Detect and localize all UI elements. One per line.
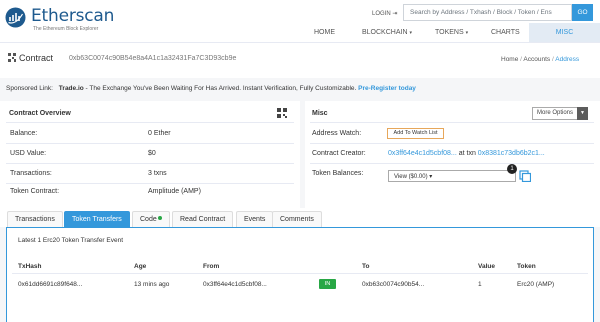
verified-check-icon [157, 216, 162, 220]
nav-charts[interactable]: CHARTS [491, 29, 520, 36]
divider [310, 122, 594, 123]
row-age: 13 mins ago [134, 281, 170, 288]
login-link[interactable]: LOGIN ⇥ [372, 10, 397, 17]
add-to-watch-list-button[interactable]: Add To Watch List [387, 128, 444, 139]
etherscan-logo-icon[interactable] [5, 7, 26, 28]
contract-creator-value: 0x3ff64e4c1d5cbf08... at txn 0x8381c73db… [388, 150, 545, 157]
row-from-link[interactable]: 0x3ff64e4c1d5cbf08... [203, 281, 267, 288]
token-balances-select[interactable]: View ($0.00) ▾ [388, 170, 516, 182]
divider [12, 273, 588, 274]
row-txhash-link[interactable]: 0x61dd6691c89f648... [18, 281, 82, 288]
direction-badge: IN [319, 279, 336, 289]
balance-value: 0 Ether [148, 130, 171, 137]
overview-heading: Contract Overview [9, 110, 71, 117]
usd-value-label: USD Value: [10, 150, 47, 157]
breadcrumb-accounts[interactable]: Accounts [523, 56, 550, 63]
row-value: 1 [478, 281, 482, 288]
transactions-label: Transactions: [10, 170, 52, 177]
divider [310, 143, 594, 144]
tab-comments[interactable]: Comments [272, 211, 322, 227]
transactions-value: 3 txns [148, 170, 167, 177]
tab-transactions[interactable]: Transactions [7, 211, 63, 227]
nav-blockchain[interactable]: BLOCKCHAIN ▾ [362, 29, 412, 36]
search-go-button[interactable]: GO [572, 4, 593, 21]
token-contract-label: Token Contract: [10, 188, 60, 195]
sponsor-cta-link[interactable]: Pre-Register today [358, 85, 416, 92]
brand-name[interactable]: Etherscan [31, 6, 114, 26]
brand-tagline: The Ethereum Block Explorer [33, 26, 99, 32]
column-header-token: Token [517, 263, 536, 270]
chevron-down-icon[interactable]: ▼ [577, 107, 588, 120]
contract-creator-label: Contract Creator: [312, 150, 366, 157]
misc-heading: Misc [312, 110, 328, 117]
transfers-summary: Latest 1 Erc20 Token Transfer Event [18, 237, 124, 244]
search-input[interactable]: Search by Address / Txhash / Block / Tok… [403, 4, 572, 21]
column-header-age: Age [134, 263, 147, 270]
nav-tokens[interactable]: TOKENS ▾ [435, 29, 468, 36]
nav-misc[interactable]: MISC [529, 23, 600, 42]
contract-icon [8, 53, 16, 62]
sponsored-link: Sponsored Link: Trade.io - The Exchange … [6, 85, 416, 92]
token-count-badge: 1 [507, 164, 517, 174]
breadcrumb-home[interactable]: Home [501, 56, 518, 63]
divider [6, 183, 294, 184]
page-title: Contract [19, 53, 54, 63]
chevron-down-icon: ▾ [465, 30, 469, 36]
token-balances-label: Token Balances: [312, 170, 364, 177]
creator-address-link[interactable]: 0x3ff64e4c1d5cbf08... [388, 150, 457, 157]
divider [310, 163, 594, 164]
breadcrumb: Home / Accounts / Address [501, 56, 580, 63]
column-header-value: Value [478, 263, 495, 270]
divider [6, 163, 294, 164]
qr-code-icon[interactable] [277, 108, 287, 118]
nav-home[interactable]: HOME [314, 29, 335, 36]
creator-txn-link[interactable]: 0x8381c73db6b2c1... [478, 150, 545, 157]
chevron-down-icon: ▾ [409, 30, 412, 36]
tab-read-contract[interactable]: Read Contract [172, 211, 234, 227]
contract-address: 0xb63C0074c90B54e8a4A1c1a32431Fa7C3D93cb… [69, 55, 237, 62]
tab-token-transfers[interactable]: Token Transfers [64, 211, 130, 227]
row-to: 0xb63c0074c90b54... [362, 281, 425, 288]
address-watch-label: Address Watch: [312, 130, 362, 137]
tab-events[interactable]: Events [236, 211, 274, 227]
column-header-from: From [203, 263, 220, 270]
usd-value: $0 [148, 150, 156, 157]
token-list-icon[interactable] [519, 170, 531, 182]
breadcrumb-address[interactable]: Address [555, 56, 579, 63]
token-contract-link[interactable]: Amplitude (AMP) [148, 188, 201, 195]
tab-code[interactable]: Code [132, 211, 170, 227]
row-token-link[interactable]: Erc20 (AMP) [517, 281, 554, 288]
divider [6, 143, 294, 144]
balance-label: Balance: [10, 130, 38, 137]
column-header-to: To [362, 263, 370, 270]
sponsor-name[interactable]: Trade.io [59, 85, 84, 92]
divider [6, 122, 294, 123]
column-header-txhash: TxHash [18, 263, 42, 270]
caret-down-icon: ▾ [429, 174, 433, 180]
login-icon: ⇥ [392, 11, 398, 17]
